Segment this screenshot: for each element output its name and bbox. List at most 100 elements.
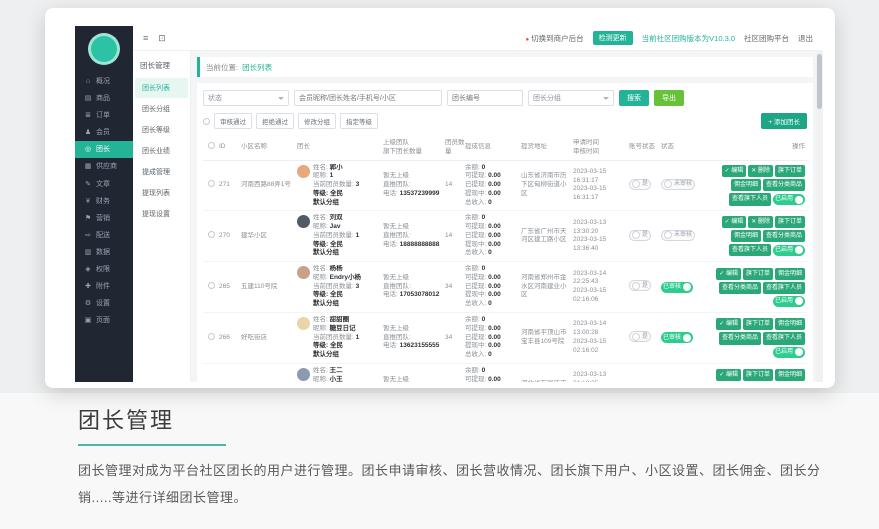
sidebar-item-营销[interactable]: ⚑ 营销: [75, 210, 133, 227]
sidebar-item-供应商[interactable]: ▦ 供应商: [75, 158, 133, 175]
account-status-toggle[interactable]: 是: [629, 280, 651, 291]
op-button-佣金明细[interactable]: 佣金明细: [731, 179, 761, 191]
select-all-checkbox[interactable]: [203, 118, 210, 125]
op-button-查看旗下人员[interactable]: 查看旗下人员: [729, 193, 771, 205]
op-button-旗下订单[interactable]: 旗下订单: [775, 216, 805, 228]
main-content: 当前位置: 团长列表 状态 团长分组: [191, 51, 823, 382]
sidebar-item-会员[interactable]: ♟ 会员: [75, 124, 133, 141]
sidebar-item-设置[interactable]: ⚙ 设置: [75, 295, 133, 312]
toggle-knob-icon: [632, 180, 640, 188]
secondary-sidebar: 团长管理 团长列表团长分组团长等级团长业绩提成管理提现列表提现设置: [133, 51, 191, 382]
sidebar-item-附件[interactable]: ✚ 附件: [75, 278, 133, 295]
column-header: 状态: [661, 143, 707, 152]
audit-status-toggle[interactable]: 已审核: [661, 332, 693, 343]
op-button-编辑[interactable]: ✓ 编辑: [722, 216, 747, 228]
breadcrumb-current[interactable]: 团长列表: [242, 62, 272, 73]
sidebar-item-财务[interactable]: ¥ 财务: [75, 193, 133, 210]
batch-button-修改分组[interactable]: 修改分组: [298, 113, 336, 129]
sidebar-item-icon: ¥: [84, 197, 92, 206]
submenu-items: 团长列表团长分组团长等级团长业绩提成管理提现列表提现设置: [133, 78, 190, 224]
sidebar-item-配送[interactable]: ⇨ 配送: [75, 227, 133, 244]
sidebar-item-页面[interactable]: ▣ 页面: [75, 312, 133, 329]
op-button-查看分类商品[interactable]: 查看分类商品: [763, 179, 805, 191]
scrollbar-thumb[interactable]: [817, 54, 822, 109]
op-button-旗下订单[interactable]: 旗下订单: [775, 165, 805, 177]
submenu-item-团长列表[interactable]: 团长列表: [135, 78, 188, 98]
account-status-toggle[interactable]: 是: [629, 331, 651, 342]
header-checkbox[interactable]: [208, 142, 215, 149]
sidebar-item-权限[interactable]: ◈ 权限: [75, 261, 133, 278]
account-status-label: 是: [642, 282, 648, 290]
keyword-input[interactable]: [294, 90, 442, 106]
sidebar-item-文章[interactable]: ✎ 文章: [75, 176, 133, 193]
op-button-删除[interactable]: ✕ 删除: [748, 165, 773, 177]
switch-merchant-link[interactable]: ●切换到商户后台: [526, 33, 584, 44]
search-button[interactable]: 搜索: [619, 90, 649, 106]
submenu-item-提现列表[interactable]: 提现列表: [135, 183, 188, 203]
sidebar-item-订单[interactable]: ≣ 订单: [75, 107, 133, 124]
row-checkbox[interactable]: [208, 333, 215, 340]
op-button-删除[interactable]: ✕ 删除: [748, 216, 773, 228]
leader-info: 姓名: 甜甜圈昵称: 糖豆日记当前团员数量: 1等级: 全民默认分组: [313, 316, 359, 360]
sidebar-item-商品[interactable]: ▤ 商品: [75, 90, 133, 107]
batch-button-指定等级[interactable]: 指定等级: [340, 113, 378, 129]
op-button-查看分类商品[interactable]: 查看分类商品: [719, 282, 761, 294]
sidebar-item-label: 概况: [96, 77, 110, 86]
sidebar-item-概况[interactable]: ⌂ 概况: [75, 73, 133, 90]
audit-status-toggle[interactable]: 未审核: [661, 230, 695, 241]
parent-team-info: 暂无上级直推团队:电话: 13623155555: [383, 325, 445, 351]
apply-audit-time: 2023-03-13 21:10:052023-03-15 20:24:35: [573, 371, 629, 382]
op-button-编辑[interactable]: ✓ 编辑: [716, 369, 741, 381]
op-button-查看分类商品[interactable]: 查看分类商品: [763, 230, 805, 242]
account-status-toggle[interactable]: 是: [629, 179, 651, 190]
enable-toggle[interactable]: 已启用: [773, 296, 805, 307]
submenu-item-团长等级[interactable]: 团长等级: [135, 120, 188, 140]
leader-avatar: [297, 368, 310, 381]
account-status-toggle[interactable]: 是: [629, 230, 651, 241]
row-checkbox[interactable]: [208, 282, 215, 289]
op-button-编辑[interactable]: ✓ 编辑: [722, 165, 747, 177]
sidebar-item-数据[interactable]: ▥ 数据: [75, 244, 133, 261]
op-button-编辑[interactable]: ✓ 编辑: [716, 318, 741, 330]
op-button-旗下订单[interactable]: 旗下订单: [743, 318, 773, 330]
refresh-icon[interactable]: ⊡: [158, 33, 166, 44]
status-select[interactable]: 状态: [203, 90, 289, 106]
op-button-查看旗下人员[interactable]: 查看旗下人员: [729, 244, 771, 256]
enable-toggle[interactable]: 已启用: [773, 194, 805, 205]
op-button-佣金明细[interactable]: 佣金明细: [775, 369, 805, 381]
submenu-item-提现设置[interactable]: 提现设置: [135, 204, 188, 224]
audit-status-cell: 未审核: [661, 230, 707, 243]
op-button-佣金明细[interactable]: 佣金明细: [731, 230, 761, 242]
submenu-item-团长业绩[interactable]: 团长业绩: [135, 141, 188, 161]
enable-toggle[interactable]: 已启用: [773, 245, 805, 256]
op-button-查看分类商品[interactable]: 查看分类商品: [719, 332, 761, 344]
group-select[interactable]: 团长分组: [528, 90, 614, 106]
op-button-旗下订单[interactable]: 旗下订单: [743, 369, 773, 381]
table-row: 262 家和小区 姓名: 王二昵称: 小王当前团员数量: 1等级: 全民默认分组…: [203, 364, 807, 382]
logout-link[interactable]: 退出: [798, 33, 813, 44]
leader-no-input[interactable]: [447, 90, 523, 106]
enable-toggle[interactable]: 已启用: [773, 347, 805, 358]
batch-button-审核通过[interactable]: 审核通过: [214, 113, 252, 129]
audit-status-toggle[interactable]: 已审核: [661, 282, 693, 293]
op-button-查看旗下人员[interactable]: 查看旗下人员: [763, 282, 805, 294]
submenu-item-团长分组[interactable]: 团长分组: [135, 99, 188, 119]
row-checkbox[interactable]: [208, 231, 215, 238]
submenu-item-提成管理[interactable]: 提成管理: [135, 162, 188, 182]
community-name: 五建110号院: [241, 283, 297, 292]
check-update-button[interactable]: 检测更新: [593, 31, 633, 45]
op-button-旗下订单[interactable]: 旗下订单: [743, 268, 773, 280]
op-button-编辑[interactable]: ✓ 编辑: [716, 268, 741, 280]
op-button-佣金明细[interactable]: 佣金明细: [775, 318, 805, 330]
op-button-佣金明细[interactable]: 佣金明细: [775, 268, 805, 280]
op-button-查看旗下人员[interactable]: 查看旗下人员: [763, 332, 805, 344]
row-checkbox[interactable]: [208, 180, 215, 187]
batch-button-拒绝通过[interactable]: 拒绝通过: [256, 113, 294, 129]
export-button[interactable]: 导出: [654, 90, 684, 106]
collapse-menu-icon[interactable]: ≡: [143, 33, 148, 44]
column-header: 操作: [707, 143, 807, 152]
content-scrollbar[interactable]: [816, 51, 823, 382]
sidebar-item-团长[interactable]: ◎ 团长: [75, 141, 133, 158]
audit-status-toggle[interactable]: 未审核: [661, 179, 695, 190]
add-leader-button[interactable]: + 添加团长: [761, 113, 807, 129]
